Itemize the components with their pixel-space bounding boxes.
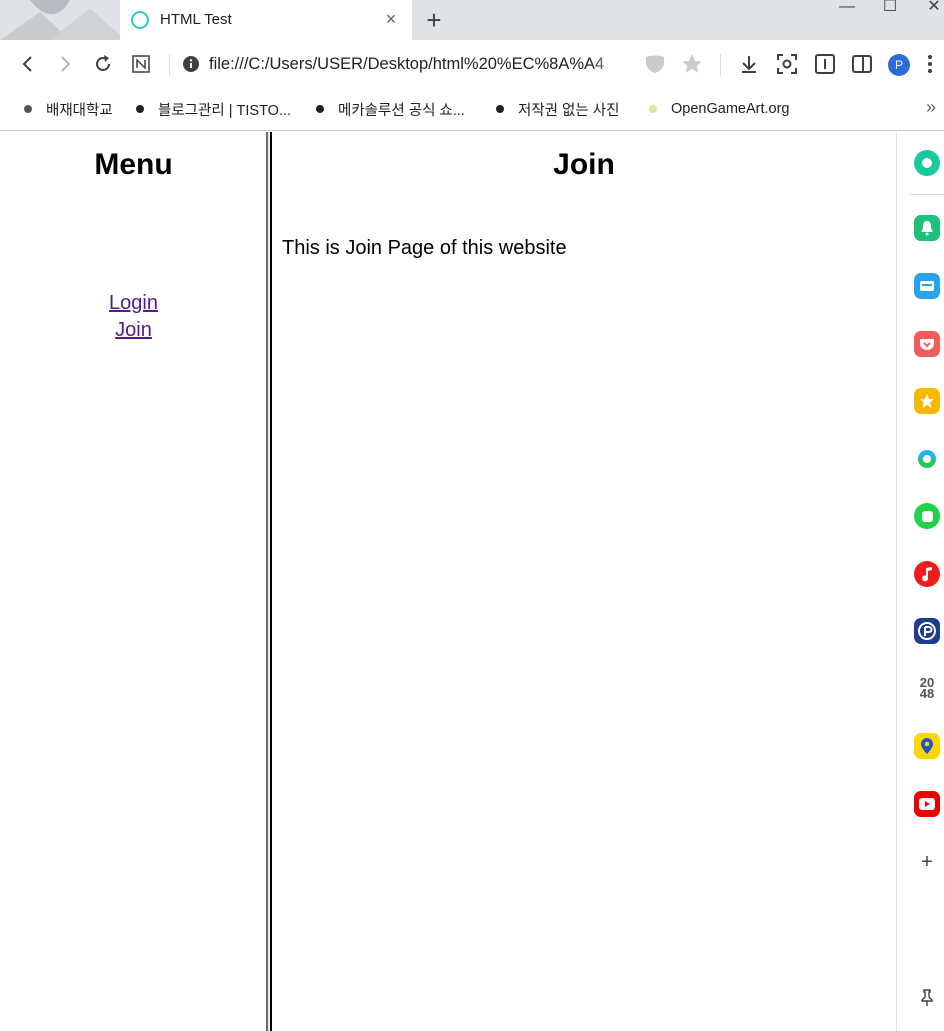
music-note-icon[interactable]	[914, 561, 940, 587]
toolbar-divider	[720, 54, 721, 76]
side-panel-divider	[910, 194, 944, 195]
wallet-icon[interactable]	[914, 273, 940, 299]
extension-shield-button[interactable]	[641, 50, 669, 78]
menu-frame	[0, 132, 267, 1031]
pocket-icon[interactable]	[914, 331, 940, 357]
pin-icon[interactable]	[914, 985, 940, 1011]
bookmark-star-button[interactable]	[678, 50, 706, 78]
forward-arrow-icon	[61, 56, 71, 72]
add-app-button[interactable]: +	[914, 849, 940, 875]
browser-menu-button[interactable]	[920, 50, 940, 78]
circle-icon	[922, 158, 932, 168]
capture-button[interactable]	[773, 50, 801, 78]
join-link[interactable]: Join	[0, 317, 267, 344]
menu-links: Login Join	[0, 290, 267, 344]
papago-icon[interactable]	[914, 618, 940, 644]
bookmark-item[interactable]: OpenGameArt.org	[649, 99, 789, 119]
reader-mode-button[interactable]	[811, 50, 839, 78]
translate-icon[interactable]	[914, 446, 940, 472]
kebab-menu-icon	[928, 55, 932, 73]
minimize-button[interactable]: —	[833, 0, 861, 16]
bookmarks-overflow-button[interactable]: »	[926, 97, 936, 118]
whale-space-icon[interactable]	[914, 150, 940, 176]
bookmark-label: OpenGameArt.org	[671, 101, 790, 117]
naver-button[interactable]	[127, 50, 155, 78]
star-icon	[682, 54, 702, 73]
bookmark-label: 블로그관리 | TISTO...	[158, 102, 292, 119]
menu-heading: Menu	[94, 148, 173, 181]
back-arrow-icon	[22, 56, 32, 72]
favorites-star-icon[interactable]	[914, 388, 940, 414]
tab-favicon-icon	[131, 11, 149, 29]
side-panel-toggle-button[interactable]	[848, 50, 876, 78]
maximize-button[interactable]: ☐	[876, 0, 904, 16]
new-tab-button[interactable]: +	[421, 6, 447, 34]
bookmark-item[interactable]: 블로그관리 | TISTO...	[136, 99, 291, 119]
reload-button[interactable]	[89, 50, 117, 78]
toolbar-divider	[169, 54, 170, 76]
bookmark-dot-icon	[24, 105, 32, 113]
bookmark-label: 저작권 없는 사진	[518, 102, 620, 119]
page-title: Join	[553, 148, 615, 181]
url-fade	[590, 50, 630, 78]
bookmark-dot-icon	[649, 105, 657, 113]
downloads-button[interactable]	[735, 50, 763, 78]
info-icon	[183, 56, 199, 72]
address-bar-input[interactable]: file:///C:/Users/USER/Desktop/html%20%EC…	[209, 55, 624, 74]
tab-close-icon[interactable]: ×	[380, 8, 402, 30]
naver-n-icon	[132, 55, 150, 73]
back-button[interactable]	[14, 50, 42, 78]
bookmark-dot-icon	[136, 105, 144, 113]
bookmark-item[interactable]: 저작권 없는 사진	[496, 99, 619, 119]
bookmark-item[interactable]: 배재대학교	[24, 99, 113, 119]
shield-icon	[646, 55, 664, 73]
bookmark-label: 배재대학교	[46, 102, 113, 119]
theme-decoration	[0, 0, 120, 40]
bookmark-item[interactable]: 메카솔루션 공식 쇼...	[316, 99, 465, 119]
square-icon	[921, 510, 933, 522]
bookmark-dot-icon	[316, 105, 324, 113]
youtube-icon[interactable]	[914, 791, 940, 817]
map-pin-icon[interactable]	[914, 733, 940, 759]
green-app-icon[interactable]	[914, 503, 940, 529]
site-info-button[interactable]	[177, 50, 205, 78]
content-frame	[272, 132, 896, 1031]
profile-avatar[interactable]: P	[888, 54, 910, 76]
forward-button[interactable]	[51, 50, 79, 78]
tab-title: HTML Test	[160, 11, 232, 28]
game-2048-icon[interactable]: 20 48	[914, 675, 940, 701]
reload-icon	[96, 55, 110, 71]
bookmark-label: 메카솔루션 공식 쇼...	[338, 102, 465, 119]
reader-icon	[815, 54, 835, 74]
page-body-text: This is Join Page of this website	[282, 237, 567, 259]
notification-bell-icon[interactable]	[914, 215, 940, 241]
login-link[interactable]: Login	[0, 290, 267, 317]
bookmark-dot-icon	[496, 105, 504, 113]
sidebar-icon	[852, 55, 872, 73]
close-window-button[interactable]: ✕	[920, 0, 944, 16]
download-icon	[742, 56, 756, 73]
screen-capture-icon	[777, 54, 797, 74]
